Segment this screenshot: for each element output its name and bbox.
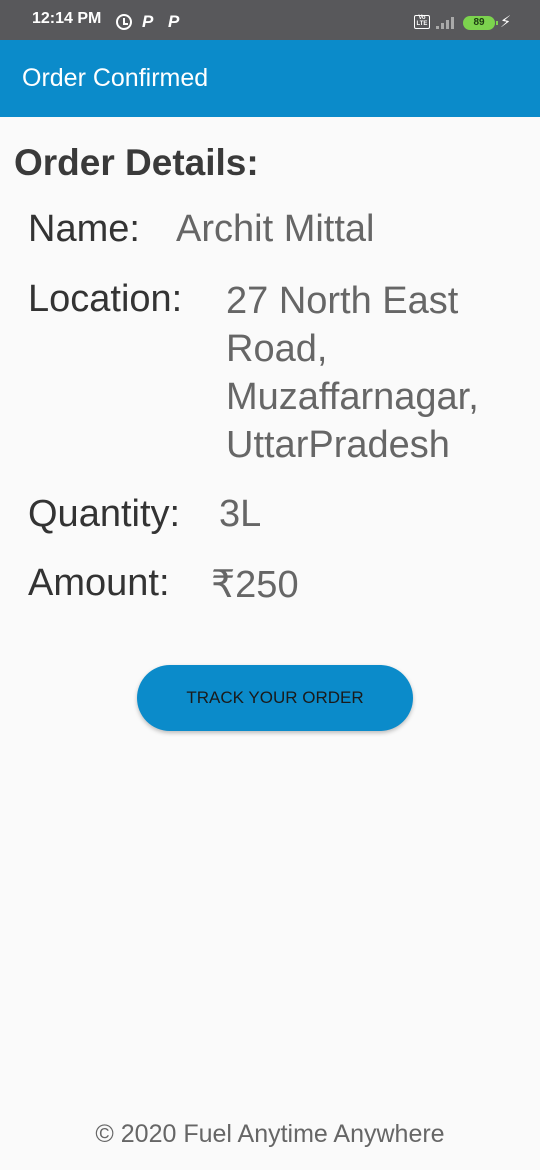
amount-value: ₹250 — [211, 564, 299, 606]
alarm-icon — [116, 14, 132, 30]
name-label: Name: — [28, 208, 140, 250]
p-notification-icon: P — [168, 12, 180, 31]
footer-copyright: © 2020 Fuel Anytime Anywhere — [95, 1120, 445, 1148]
p-notification-icon: P — [142, 12, 154, 31]
charging-bolt-icon: ⚡ — [500, 12, 512, 31]
battery-icon: 89 — [463, 16, 498, 30]
name-value: Archit Mittal — [176, 208, 375, 250]
volte-icon: Vo LTE — [414, 15, 430, 29]
amount-label: Amount: — [28, 562, 170, 604]
order-details-heading: Order Details: — [14, 142, 259, 183]
quantity-label: Quantity: — [28, 493, 181, 535]
location-value: 27 North East Road, Muzaffarnagar, Uttar… — [226, 280, 479, 466]
signal-icon — [434, 15, 456, 29]
page-title: Order Confirmed — [22, 64, 209, 92]
app-bar: Order Confirmed — [0, 40, 540, 117]
track-order-button[interactable]: TRACK YOUR ORDER — [137, 665, 413, 731]
location-label: Location: — [28, 278, 183, 320]
quantity-value: 3L — [219, 493, 262, 535]
status-time: 12:14 PM — [32, 10, 102, 27]
status-bar: 12:14 PM P P Vo LTE 89 ⚡ — [0, 0, 540, 40]
